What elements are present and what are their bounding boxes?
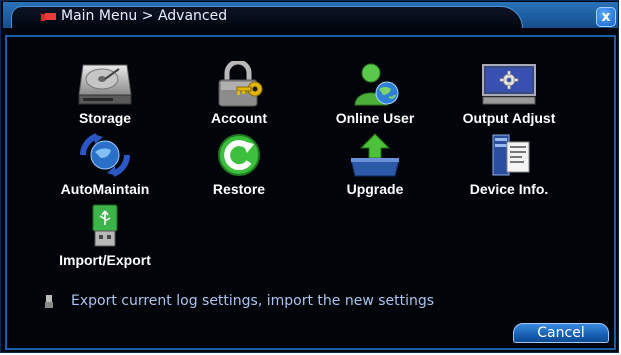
menu-item-account[interactable]: Account <box>175 61 303 129</box>
menu-item-label: Storage <box>78 110 132 126</box>
upgrade-arrow-icon <box>350 133 400 177</box>
close-icon: x <box>601 9 611 25</box>
menu-item-storage[interactable]: Storage <box>41 61 169 129</box>
menu-item-upgrade[interactable]: Upgrade <box>311 132 439 200</box>
hint-text: Export current log settings, import the … <box>71 293 435 309</box>
hard-drive-icon <box>78 64 132 105</box>
window-title: Main Menu > Advanced <box>61 8 228 24</box>
monitor-gear-icon <box>482 64 536 105</box>
menu-item-label: Account <box>211 110 267 126</box>
menu-item-label: Device Info. <box>469 181 549 197</box>
usb-small-icon <box>45 294 53 308</box>
user-globe-icon <box>354 63 399 106</box>
padlock-key-icon <box>218 61 263 107</box>
hint-row: Export current log settings, import the … <box>45 293 434 309</box>
close-button[interactable]: x <box>596 7 616 27</box>
server-document-icon <box>492 134 530 176</box>
menu-flag-icon <box>41 13 56 21</box>
cancel-button[interactable]: Cancel <box>513 323 609 343</box>
menu-item-label: AutoMaintain <box>60 181 150 197</box>
menu-item-label: Import/Export <box>59 252 151 268</box>
menu-item-import-export[interactable]: Import/Export <box>41 203 169 271</box>
globe-cycle-icon <box>80 133 130 177</box>
menu-item-online-user[interactable]: Online User <box>311 61 439 129</box>
menu-item-device-info[interactable]: Device Info. <box>445 132 573 200</box>
usb-drive-icon <box>92 204 118 247</box>
advanced-window: Main Menu > Advanced x Storage Account O… <box>0 0 619 353</box>
menu-item-label: Upgrade <box>346 181 404 197</box>
menu-item-label: Restore <box>212 181 266 197</box>
restore-arrow-icon <box>218 134 260 176</box>
title-bar: Main Menu > Advanced x <box>3 2 618 28</box>
menu-item-output-adjust[interactable]: Output Adjust <box>445 61 573 129</box>
menu-item-automaintain[interactable]: AutoMaintain <box>41 132 169 200</box>
menu-item-restore[interactable]: Restore <box>175 132 303 200</box>
menu-item-label: Output Adjust <box>462 110 556 126</box>
menu-item-label: Online User <box>335 110 415 126</box>
